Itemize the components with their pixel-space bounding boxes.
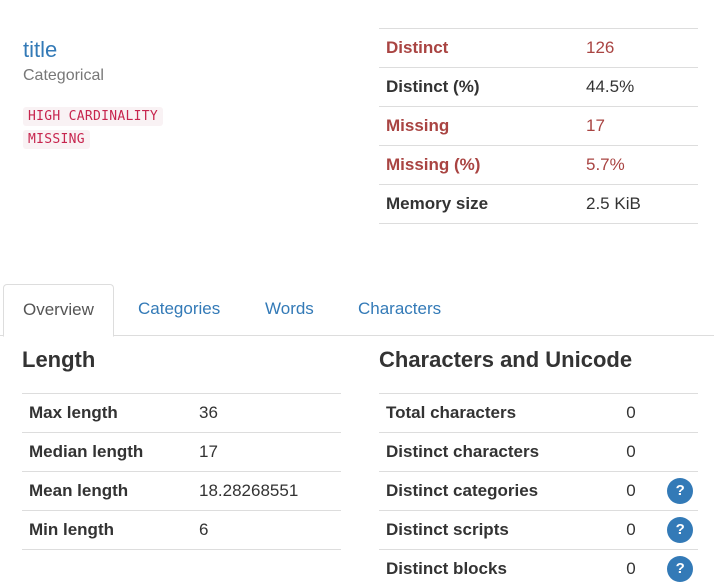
table-row: Distinct 126 xyxy=(379,28,698,68)
stat-label: Max length xyxy=(22,393,192,433)
variable-type: Categorical xyxy=(23,67,104,84)
stat-label: Total characters xyxy=(379,393,620,433)
table-row: Mean length 18.28268551 xyxy=(22,471,341,511)
stat-label: Distinct characters xyxy=(379,432,620,472)
stat-label: Distinct categories xyxy=(379,471,620,511)
table-row: Distinct scripts 0 ? xyxy=(379,510,698,550)
table-row: Distinct categories 0 ? xyxy=(379,471,698,511)
summary-table: Distinct 126 Distinct (%) 44.5% Missing … xyxy=(379,28,698,224)
variable-overview-page: title Categorical HIGH CARDINALITY MISSI… xyxy=(0,0,714,587)
stat-value: 0 xyxy=(619,432,663,472)
help-cell xyxy=(662,432,698,472)
stat-label: Missing xyxy=(379,106,579,146)
stat-value: 126 xyxy=(579,28,698,68)
stat-value: 17 xyxy=(192,432,341,472)
help-cell: ? xyxy=(662,510,698,550)
tab-bar: Overview Categories Words Characters xyxy=(0,284,714,337)
tab-characters[interactable]: Characters xyxy=(339,284,460,334)
stat-value: 18.28268551 xyxy=(192,471,341,511)
stat-label: Memory size xyxy=(379,184,579,224)
table-row: Missing 17 xyxy=(379,106,698,146)
table-row: Max length 36 xyxy=(22,393,341,433)
stat-value: 17 xyxy=(579,106,698,146)
stat-label: Distinct xyxy=(379,28,579,68)
stat-label: Mean length xyxy=(22,471,192,511)
table-row: Missing (%) 5.7% xyxy=(379,145,698,185)
stat-label: Distinct (%) xyxy=(379,67,579,107)
table-row: Distinct characters 0 xyxy=(379,432,698,472)
help-icon[interactable]: ? xyxy=(667,478,694,504)
help-cell: ? xyxy=(662,549,698,587)
help-cell: ? xyxy=(662,471,698,511)
alert-list: HIGH CARDINALITY MISSING xyxy=(23,107,164,153)
tab-categories[interactable]: Categories xyxy=(119,284,239,334)
table-row: Distinct (%) 44.5% xyxy=(379,67,698,107)
stat-label: Min length xyxy=(22,510,192,550)
stat-value: 2.5 KiB xyxy=(579,184,698,224)
tab-words[interactable]: Words xyxy=(246,284,333,334)
table-row: Memory size 2.5 KiB xyxy=(379,184,698,224)
stat-value: 0 xyxy=(619,393,663,433)
stat-value: 6 xyxy=(192,510,341,550)
stat-value: 44.5% xyxy=(579,67,698,107)
table-row: Min length 6 xyxy=(22,510,341,550)
table-row: Median length 17 xyxy=(22,432,341,472)
stat-label: Missing (%) xyxy=(379,145,579,185)
variable-header: title Categorical HIGH CARDINALITY MISSI… xyxy=(23,36,164,153)
table-row: Total characters 0 xyxy=(379,393,698,433)
tab-overview[interactable]: Overview xyxy=(3,284,114,337)
stat-value: 0 xyxy=(619,510,663,550)
stat-label: Distinct scripts xyxy=(379,510,620,550)
table-row: Distinct blocks 0 ? xyxy=(379,549,698,587)
stat-value: 0 xyxy=(619,549,663,587)
length-section-title: Length xyxy=(22,347,96,372)
length-table: Max length 36 Median length 17 Mean leng… xyxy=(22,393,341,550)
alert-badge-high-cardinality: HIGH CARDINALITY xyxy=(23,107,164,126)
stat-value: 5.7% xyxy=(579,145,698,185)
stat-value: 36 xyxy=(192,393,341,433)
unicode-table: Total characters 0 Distinct characters 0… xyxy=(379,393,698,587)
help-icon[interactable]: ? xyxy=(667,556,694,582)
help-icon[interactable]: ? xyxy=(667,517,694,543)
stat-label: Median length xyxy=(22,432,192,472)
help-cell xyxy=(662,393,698,433)
stat-value: 0 xyxy=(619,471,663,511)
stat-label: Distinct blocks xyxy=(379,549,620,587)
variable-name-link[interactable]: title xyxy=(23,36,163,64)
alert-badge-missing: MISSING xyxy=(23,130,90,149)
unicode-section-title: Characters and Unicode xyxy=(379,347,633,372)
